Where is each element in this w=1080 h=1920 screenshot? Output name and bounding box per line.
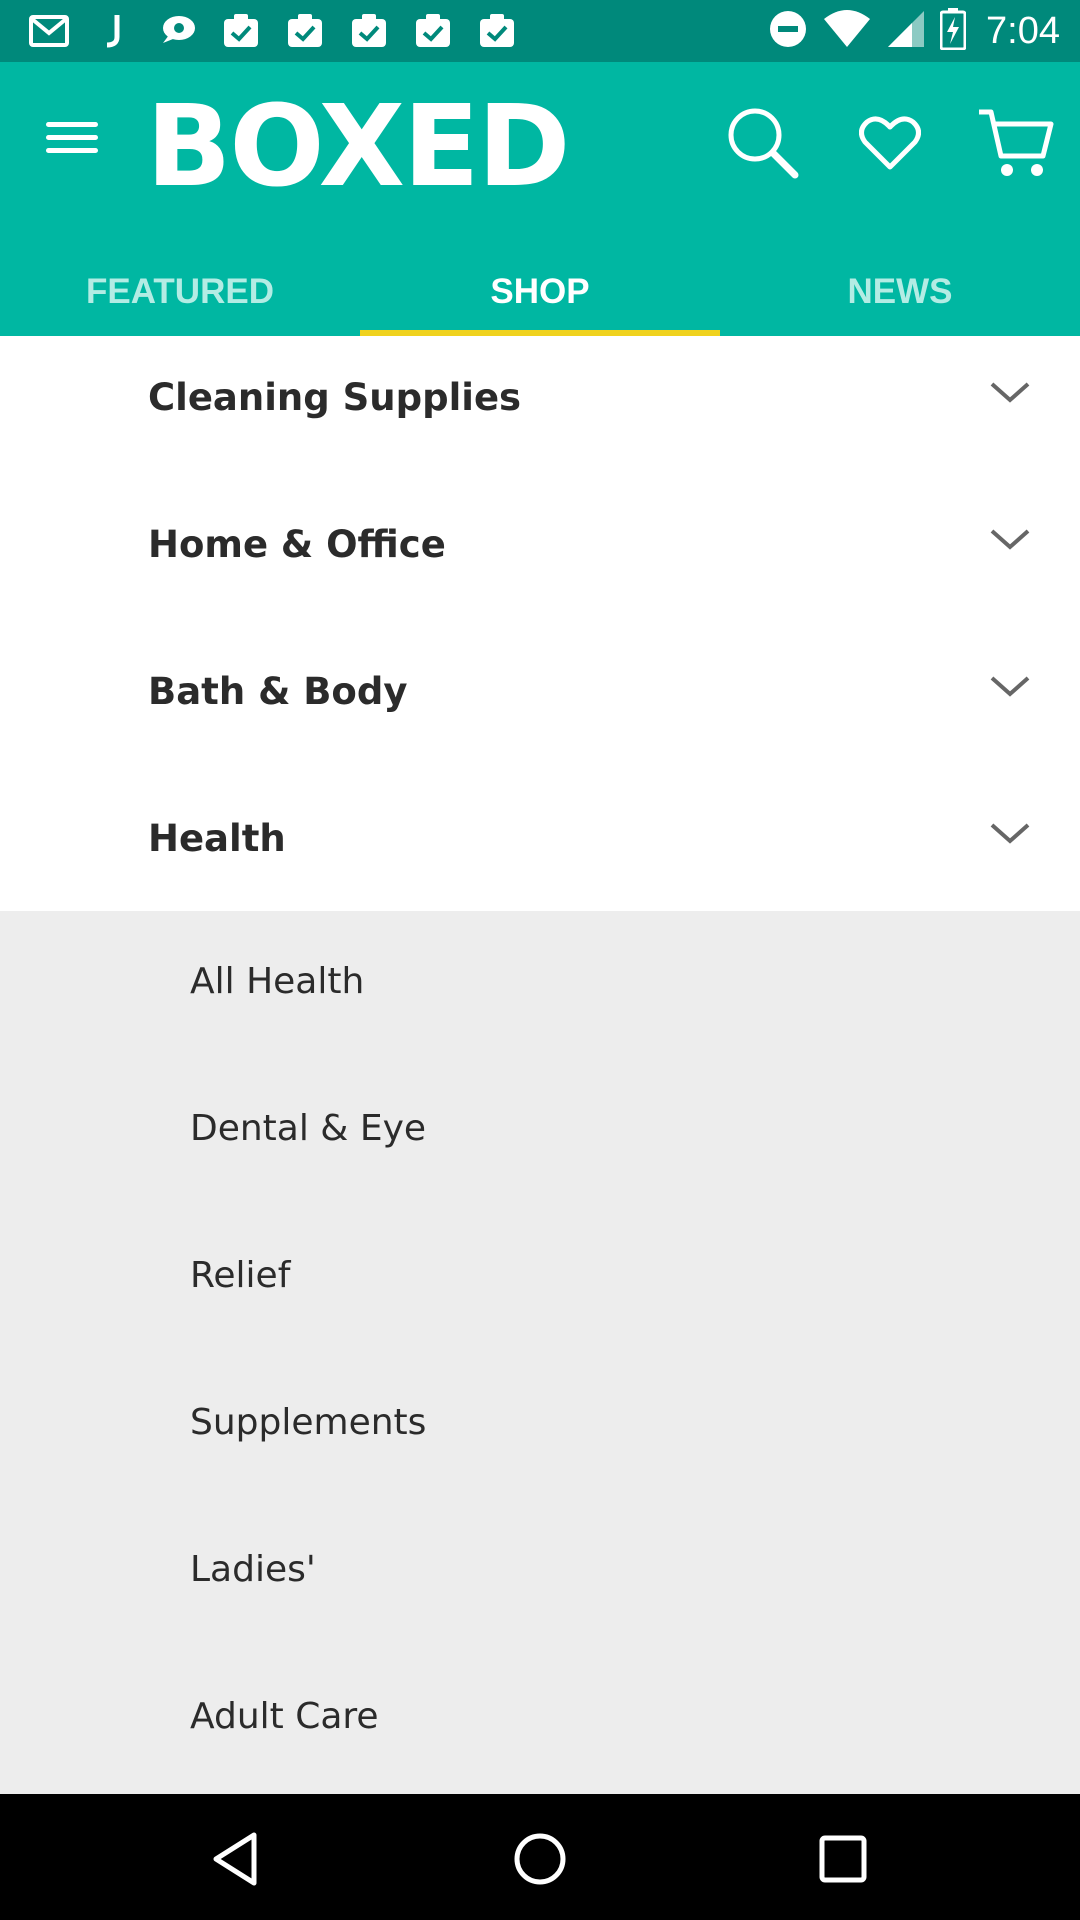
system-icons: 7:04 [768,8,1060,54]
task-icon [220,12,262,50]
subcategory-relief[interactable]: Relief [0,1205,1080,1352]
do-not-disturb-icon [768,9,808,53]
recents-icon [819,1835,867,1883]
recents-button[interactable] [808,1824,878,1894]
favorites-button[interactable] [845,98,935,188]
search-button[interactable] [718,98,808,188]
health-subcategory-list: All Health Dental & Eye Relief Supplemen… [0,911,1080,1794]
menu-icon-line [46,148,98,153]
notification-icons [28,12,518,50]
subcategory-label: Relief [190,1255,291,1296]
category-label: Health [148,817,286,860]
menu-icon-line [46,135,98,140]
menu-button[interactable] [40,114,106,180]
cart-icon [979,109,1054,176]
chevron-down-icon [990,676,1030,697]
subcategory-label: Ladies' [190,1549,316,1590]
chevron-down-icon [990,529,1030,550]
boxed-logo[interactable]: BOXED [146,91,586,203]
task-icon [284,12,326,50]
signal-icon [886,9,926,53]
heart-icon [859,116,921,170]
subcategory-all-health[interactable]: All Health [0,911,1080,1058]
chevron-down-icon [990,382,1030,403]
clock: 7:04 [986,9,1060,52]
battery-charging-icon [939,8,967,54]
status-bar: 7:04 [0,0,1080,62]
app-bar: BOXED FEATURED SHOP NEWS [0,62,1080,336]
system-nav-bar [0,1794,1080,1920]
category-label: Cleaning Supplies [148,376,522,419]
subcategory-supplements[interactable]: Supplements [0,1352,1080,1499]
home-icon [514,1833,566,1885]
category-label: Home & Office [148,523,446,566]
home-button[interactable] [505,1824,575,1894]
menu-icon [46,122,98,127]
subcategory-dental-eye[interactable]: Dental & Eye [0,1058,1080,1205]
chevron-down-icon [990,823,1030,844]
back-icon [213,1832,257,1886]
tab-featured[interactable]: FEATURED [0,232,360,336]
shop-category-list: Cleaning Supplies Home & Office Bath & B… [0,336,1080,1794]
task-icon [412,12,454,50]
subcategory-label: Supplements [190,1402,427,1443]
cart-button[interactable] [972,98,1062,188]
search-icon [728,108,799,179]
subcategory-ladies[interactable]: Ladies' [0,1499,1080,1646]
category-row-home-office[interactable]: Home & Office [0,483,1080,630]
tab-news[interactable]: NEWS [720,232,1080,336]
tab-bar: FEATURED SHOP NEWS [0,232,1080,336]
back-button[interactable] [200,1824,270,1894]
task-icon [476,12,518,50]
gmail-icon [28,12,70,50]
wifi-icon [822,9,872,53]
subcategory-label: Adult Care [190,1696,379,1737]
category-row-health[interactable]: Health [0,777,1080,924]
category-label: Bath & Body [148,670,408,713]
subcategory-label: All Health [190,961,365,1002]
subcategory-adult-care[interactable]: Adult Care [0,1646,1080,1793]
subcategory-label: Dental & Eye [190,1108,427,1149]
tab-shop[interactable]: SHOP [360,232,720,336]
j-app-icon [92,12,134,50]
task-icon [348,12,390,50]
chat-icon [156,12,198,50]
category-row-cleaning-supplies[interactable]: Cleaning Supplies [0,336,1080,483]
category-row-bath-body[interactable]: Bath & Body [0,630,1080,777]
